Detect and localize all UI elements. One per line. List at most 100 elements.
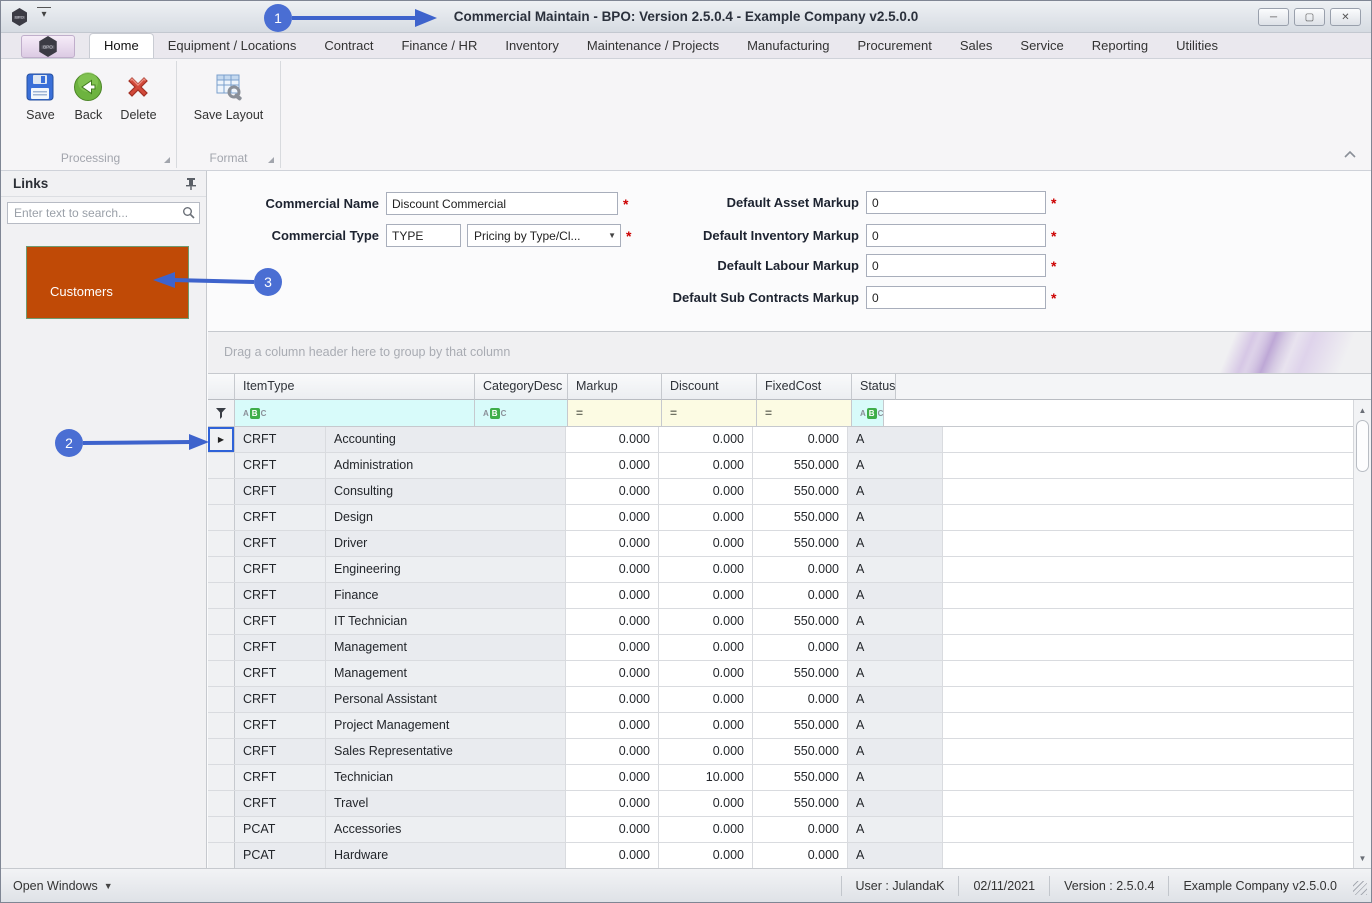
cell-discount[interactable]: 0.000 xyxy=(659,427,753,452)
ribbon-tab[interactable]: Contract xyxy=(310,34,387,58)
cell-status[interactable]: A xyxy=(848,453,943,478)
table-row[interactable]: ▶ PCAT Accessories 0.000 0.000 0.000 A xyxy=(208,817,1371,843)
cell-item-type[interactable]: PCAT xyxy=(235,843,326,868)
row-indicator-cell[interactable]: ▶ xyxy=(208,609,235,634)
table-row[interactable]: ▶ CRFT Finance 0.000 0.000 0.000 A xyxy=(208,583,1371,609)
cell-fixed-cost[interactable]: 0.000 xyxy=(753,843,848,868)
cell-fixed-cost[interactable]: 0.000 xyxy=(753,635,848,660)
cell-markup[interactable]: 0.000 xyxy=(566,765,659,790)
row-indicator-cell[interactable]: ▶ xyxy=(208,453,235,478)
cell-markup[interactable]: 0.000 xyxy=(566,453,659,478)
cell-status[interactable]: A xyxy=(848,765,943,790)
resize-grip[interactable] xyxy=(1353,881,1367,895)
filter-cell[interactable]: ABC xyxy=(235,400,475,427)
row-indicator-cell[interactable]: ▶ xyxy=(208,817,235,842)
cell-item-type[interactable]: PCAT xyxy=(235,817,326,842)
cell-markup[interactable]: 0.000 xyxy=(566,583,659,608)
links-search-input[interactable] xyxy=(7,202,200,224)
cell-item-type[interactable]: CRFT xyxy=(235,765,326,790)
save-button[interactable]: Save xyxy=(20,69,60,124)
cell-markup[interactable]: 0.000 xyxy=(566,713,659,738)
delete-button[interactable]: Delete xyxy=(116,69,160,124)
vertical-scrollbar[interactable]: ▲ ▼ xyxy=(1353,400,1371,868)
cell-fixed-cost[interactable]: 550.000 xyxy=(753,791,848,816)
ribbon-tab[interactable]: Inventory xyxy=(491,34,572,58)
cell-category-desc[interactable]: Personal Assistant xyxy=(326,687,566,712)
grid-column-header[interactable]: FixedCost xyxy=(757,374,852,400)
close-button[interactable]: ✕ xyxy=(1330,8,1361,26)
dialog-launcher-icon[interactable] xyxy=(268,157,274,163)
cell-item-type[interactable]: CRFT xyxy=(235,713,326,738)
cell-category-desc[interactable]: Technician xyxy=(326,765,566,790)
cell-item-type[interactable]: CRFT xyxy=(235,791,326,816)
ribbon-tab[interactable]: Reporting xyxy=(1078,34,1162,58)
row-indicator-cell[interactable]: ▶ xyxy=(208,635,235,660)
cell-category-desc[interactable]: Finance xyxy=(326,583,566,608)
pin-icon[interactable] xyxy=(186,178,196,190)
cell-discount[interactable]: 0.000 xyxy=(659,609,753,634)
cell-fixed-cost[interactable]: 0.000 xyxy=(753,817,848,842)
ribbon-tab[interactable]: Home xyxy=(89,33,154,58)
table-row[interactable]: ▶ CRFT Design 0.000 0.000 550.000 A xyxy=(208,505,1371,531)
cell-discount[interactable]: 0.000 xyxy=(659,635,753,660)
cell-fixed-cost[interactable]: 550.000 xyxy=(753,505,848,530)
cell-status[interactable]: A xyxy=(848,609,943,634)
scroll-down-icon[interactable]: ▼ xyxy=(1354,850,1371,866)
commercial-name-input[interactable] xyxy=(386,192,618,215)
cell-discount[interactable]: 0.000 xyxy=(659,687,753,712)
cell-status[interactable]: A xyxy=(848,635,943,660)
cell-category-desc[interactable]: Management xyxy=(326,661,566,686)
ribbon-tab[interactable]: Manufacturing xyxy=(733,34,843,58)
ribbon-tab[interactable]: Utilities xyxy=(1162,34,1232,58)
cell-item-type[interactable]: CRFT xyxy=(235,687,326,712)
cell-markup[interactable]: 0.000 xyxy=(566,479,659,504)
cell-status[interactable]: A xyxy=(848,427,943,452)
cell-status[interactable]: A xyxy=(848,531,943,556)
row-indicator-cell[interactable]: ▶ xyxy=(208,843,235,868)
table-row[interactable]: ▶ CRFT Management 0.000 0.000 550.000 A xyxy=(208,661,1371,687)
default-inventory-markup-input[interactable] xyxy=(866,224,1046,247)
cell-status[interactable]: A xyxy=(848,739,943,764)
cell-category-desc[interactable]: Design xyxy=(326,505,566,530)
cell-item-type[interactable]: CRFT xyxy=(235,453,326,478)
collapse-ribbon-icon[interactable] xyxy=(1343,146,1357,164)
customers-link-button[interactable]: Customers xyxy=(26,246,189,319)
pricing-type-dropdown[interactable]: Pricing by Type/Cl... ▼ xyxy=(467,224,621,247)
scrollbar-thumb[interactable] xyxy=(1356,420,1369,472)
cell-category-desc[interactable]: Sales Representative xyxy=(326,739,566,764)
cell-discount[interactable]: 0.000 xyxy=(659,479,753,504)
cell-status[interactable]: A xyxy=(848,557,943,582)
cell-status[interactable]: A xyxy=(848,687,943,712)
cell-item-type[interactable]: CRFT xyxy=(235,609,326,634)
cell-fixed-cost[interactable]: 550.000 xyxy=(753,453,848,478)
back-button[interactable]: Back xyxy=(68,69,108,124)
cell-discount[interactable]: 0.000 xyxy=(659,531,753,556)
cell-category-desc[interactable]: Engineering xyxy=(326,557,566,582)
grid-column-header[interactable]: Discount xyxy=(662,374,757,400)
cell-item-type[interactable]: CRFT xyxy=(235,505,326,530)
cell-discount[interactable]: 0.000 xyxy=(659,557,753,582)
maximize-button[interactable]: ▢ xyxy=(1294,8,1325,26)
cell-discount[interactable]: 0.000 xyxy=(659,453,753,478)
table-row[interactable]: ▶ CRFT Accounting 0.000 0.000 0.000 A xyxy=(208,427,1371,453)
cell-markup[interactable]: 0.000 xyxy=(566,843,659,868)
row-indicator-cell[interactable]: ▶ xyxy=(208,479,235,504)
cell-discount[interactable]: 0.000 xyxy=(659,661,753,686)
cell-fixed-cost[interactable]: 550.000 xyxy=(753,739,848,764)
scroll-up-icon[interactable]: ▲ xyxy=(1354,402,1371,418)
cell-markup[interactable]: 0.000 xyxy=(566,739,659,764)
cell-fixed-cost[interactable]: 550.000 xyxy=(753,713,848,738)
grid-column-header[interactable]: Markup xyxy=(568,374,662,400)
table-row[interactable]: ▶ CRFT Engineering 0.000 0.000 0.000 A xyxy=(208,557,1371,583)
cell-status[interactable]: A xyxy=(848,583,943,608)
cell-item-type[interactable]: CRFT xyxy=(235,739,326,764)
row-indicator-cell[interactable]: ▶ xyxy=(208,791,235,816)
cell-markup[interactable]: 0.000 xyxy=(566,557,659,582)
cell-discount[interactable]: 0.000 xyxy=(659,739,753,764)
row-indicator-cell[interactable]: ▶ xyxy=(208,427,235,452)
default-asset-markup-input[interactable] xyxy=(866,191,1046,214)
dialog-launcher-icon[interactable] xyxy=(164,157,170,163)
save-layout-button[interactable]: Save Layout xyxy=(190,69,268,124)
cell-category-desc[interactable]: Management xyxy=(326,635,566,660)
cell-discount[interactable]: 0.000 xyxy=(659,843,753,868)
